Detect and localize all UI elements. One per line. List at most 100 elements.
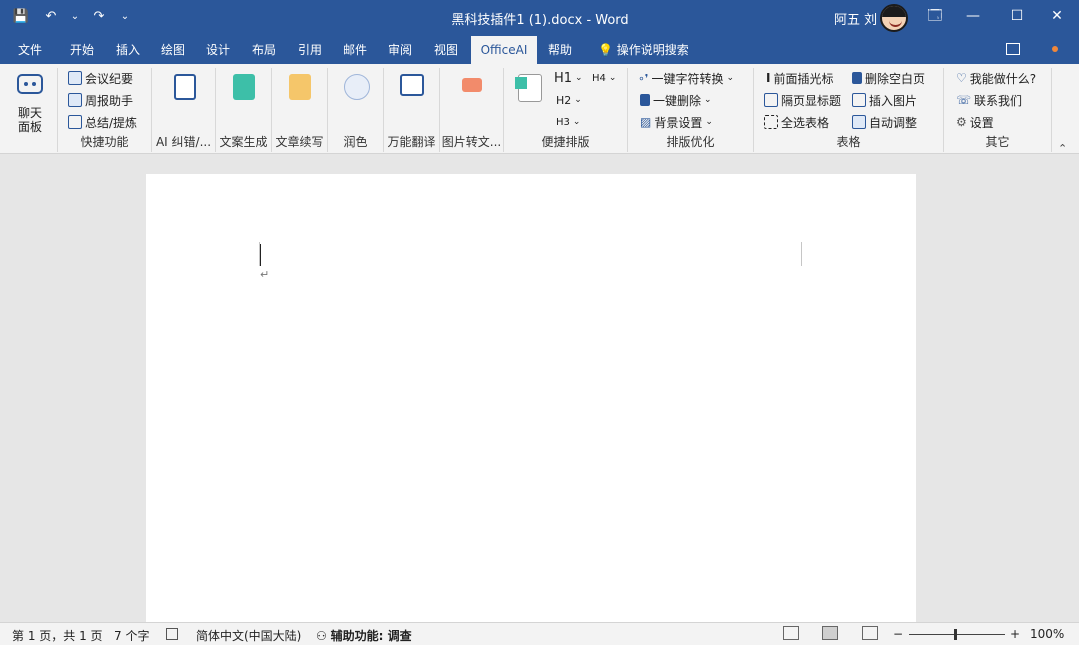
gear-icon: ⚙ bbox=[956, 115, 967, 129]
select-table-button[interactable]: 全选表格 bbox=[764, 112, 829, 132]
margin-marker-right bbox=[801, 242, 802, 266]
proofing-icon[interactable] bbox=[166, 628, 178, 640]
tab-file[interactable]: 文件 bbox=[8, 36, 52, 64]
minimize-button[interactable]: — bbox=[951, 0, 995, 32]
group-polish[interactable]: 润色 bbox=[328, 68, 384, 152]
customize-qat-icon[interactable]: ⌄ bbox=[118, 6, 132, 28]
notification-dot-icon[interactable] bbox=[1052, 46, 1058, 52]
char-convert-icon: ∘❜ bbox=[638, 71, 649, 85]
group-table: I 前面插光标 隔页显标题 全选表格 删除空白页 插入图片 自动调整 表格 bbox=[754, 68, 944, 152]
heading-4-button[interactable]: H4 ⌄ bbox=[592, 68, 616, 88]
one-click-delete-button[interactable]: 一键删除 ⌄ bbox=[640, 90, 712, 110]
title-bar: 💾 ↶ ⌄ ↷ ⌄ 黑科技插件1 (1).docx - Word 阿五 刘 🗔 … bbox=[0, 0, 1079, 36]
contact-us-label: 联系我们 bbox=[974, 93, 1023, 108]
repeat-header-button[interactable]: 隔页显标题 bbox=[764, 90, 841, 110]
insert-cursor-label: 前面插光标 bbox=[773, 71, 834, 86]
tab-review[interactable]: 审阅 bbox=[378, 36, 422, 64]
document-page[interactable]: ↵ bbox=[146, 174, 916, 622]
heading-2-button[interactable]: H2 ⌄ bbox=[556, 90, 582, 110]
article-continue-label: 文章续写 bbox=[275, 135, 324, 149]
table-grid-icon bbox=[852, 115, 866, 129]
tell-me-search[interactable]: 💡 操作说明搜索 bbox=[598, 36, 689, 64]
tab-officeai[interactable]: OfficeAI bbox=[471, 36, 537, 64]
h4-label: H4 bbox=[592, 72, 606, 84]
accessibility-icon: ⚇ bbox=[316, 629, 327, 643]
group-copy-generation[interactable]: 文案生成 bbox=[216, 68, 272, 152]
meeting-minutes-button[interactable]: 会议纪要 bbox=[68, 68, 133, 88]
group-ai-correct[interactable]: AI 纠错/... bbox=[152, 68, 216, 152]
group-image-to-text[interactable]: 图片转文... bbox=[440, 68, 504, 152]
one-click-delete-label: 一键删除 bbox=[653, 93, 702, 108]
h2-label: H2 bbox=[556, 93, 572, 107]
avatar[interactable] bbox=[880, 4, 908, 32]
collapse-ribbon-icon[interactable]: ⌃ bbox=[1058, 142, 1072, 155]
polish-label: 润色 bbox=[343, 135, 368, 149]
char-convert-button[interactable]: ∘❜ 一键字符转换 ⌄ bbox=[638, 68, 734, 88]
insert-cursor-before-button[interactable]: I 前面插光标 bbox=[766, 68, 833, 88]
delete-blank-page-button[interactable]: 删除空白页 bbox=[852, 68, 925, 88]
layers-icon bbox=[852, 93, 866, 107]
save-icon[interactable]: 💾 bbox=[10, 6, 32, 28]
tab-view[interactable]: 视图 bbox=[424, 36, 468, 64]
zoom-out-button[interactable]: − bbox=[893, 627, 903, 641]
weekly-report-button[interactable]: 周报助手 bbox=[68, 90, 133, 110]
read-mode-icon[interactable] bbox=[783, 626, 799, 640]
ribbon-tabs: 文件 开始 插入 绘图 设计 布局 引用 邮件 审阅 视图 OfficeAI 帮… bbox=[0, 36, 1079, 64]
copy-generation-label: 文案生成 bbox=[219, 135, 268, 149]
chevron-down-icon: ⌄ bbox=[574, 95, 582, 105]
undo-dropdown-icon[interactable]: ⌄ bbox=[70, 6, 80, 28]
what-can-i-do-button[interactable]: ♡ 我能做什么? bbox=[956, 68, 1036, 88]
group-format-optimize: ∘❜ 一键字符转换 ⌄ 一键删除 ⌄ ▨ 背景设置 ⌄ 排版优化 bbox=[628, 68, 754, 152]
heart-icon: ♡ bbox=[956, 71, 967, 85]
select-all-icon bbox=[764, 115, 778, 129]
chat-panel-button[interactable]: 聊天 面板 bbox=[6, 72, 52, 134]
contact-us-button[interactable]: ☏ 联系我们 bbox=[956, 90, 1022, 110]
text-cursor bbox=[260, 244, 261, 266]
chevron-down-icon: ⌄ bbox=[726, 73, 734, 83]
background-pattern-icon: ▨ bbox=[640, 115, 652, 129]
zoom-level[interactable]: 100% bbox=[1030, 627, 1064, 641]
tab-draw[interactable]: 绘图 bbox=[151, 36, 195, 64]
undo-icon[interactable]: ↶ bbox=[40, 6, 62, 28]
heading-1-button[interactable]: H1 ⌄ bbox=[554, 68, 583, 88]
settings-button[interactable]: ⚙ 设置 bbox=[956, 112, 994, 132]
tab-mailings[interactable]: 邮件 bbox=[333, 36, 377, 64]
language-indicator[interactable]: 简体中文(中国大陆) bbox=[196, 627, 301, 644]
chat-panel-label: 聊天 面板 bbox=[17, 106, 42, 134]
web-layout-icon[interactable] bbox=[862, 626, 878, 640]
summary-button[interactable]: 总结/提炼 bbox=[68, 112, 137, 132]
insert-image-button[interactable]: 插入图片 bbox=[852, 90, 917, 110]
zoom-in-button[interactable]: + bbox=[1010, 627, 1020, 641]
meeting-minutes-label: 会议纪要 bbox=[85, 71, 134, 86]
chevron-down-icon: ⌄ bbox=[705, 117, 713, 127]
robot-icon bbox=[17, 74, 43, 94]
user-name[interactable]: 阿五 刘 bbox=[834, 9, 877, 28]
print-layout-icon[interactable] bbox=[822, 626, 838, 640]
comments-icon[interactable] bbox=[1006, 43, 1020, 55]
word-count[interactable]: 7 个字 bbox=[114, 627, 149, 644]
tab-layout[interactable]: 布局 bbox=[242, 36, 286, 64]
tab-insert[interactable]: 插入 bbox=[106, 36, 150, 64]
background-settings-button[interactable]: ▨ 背景设置 ⌄ bbox=[640, 112, 713, 132]
accessibility-status[interactable]: ⚇ 辅助功能: 调查 bbox=[316, 627, 412, 644]
auto-fit-button[interactable]: 自动调整 bbox=[852, 112, 917, 132]
tab-references[interactable]: 引用 bbox=[288, 36, 332, 64]
heading-document-icon[interactable] bbox=[515, 74, 542, 102]
tab-design[interactable]: 设计 bbox=[196, 36, 240, 64]
translate-label: 万能翻译 bbox=[387, 135, 436, 149]
status-bar: 第 1 页，共 1 页 7 个字 简体中文(中国大陆) ⚇ 辅助功能: 调查 −… bbox=[0, 622, 1079, 645]
close-button[interactable]: ✕ bbox=[1035, 0, 1079, 32]
tab-home[interactable]: 开始 bbox=[60, 36, 104, 64]
group-article-continue[interactable]: 文章续写 bbox=[272, 68, 328, 152]
vertical-scrollbar[interactable] bbox=[1065, 154, 1079, 622]
zoom-slider-thumb[interactable] bbox=[954, 629, 957, 640]
page-count[interactable]: 第 1 页，共 1 页 bbox=[12, 627, 103, 644]
repeat-header-label: 隔页显标题 bbox=[781, 93, 842, 108]
zoom-slider-track[interactable] bbox=[909, 634, 1005, 635]
heading-3-button[interactable]: H3 ⌄ bbox=[556, 112, 580, 132]
group-translate[interactable]: 万能翻译 bbox=[384, 68, 440, 152]
tab-help[interactable]: 帮助 bbox=[538, 36, 582, 64]
redo-icon[interactable]: ↷ bbox=[88, 6, 110, 28]
char-convert-label: 一键字符转换 bbox=[651, 71, 724, 86]
maximize-button[interactable]: ☐ bbox=[995, 0, 1039, 32]
